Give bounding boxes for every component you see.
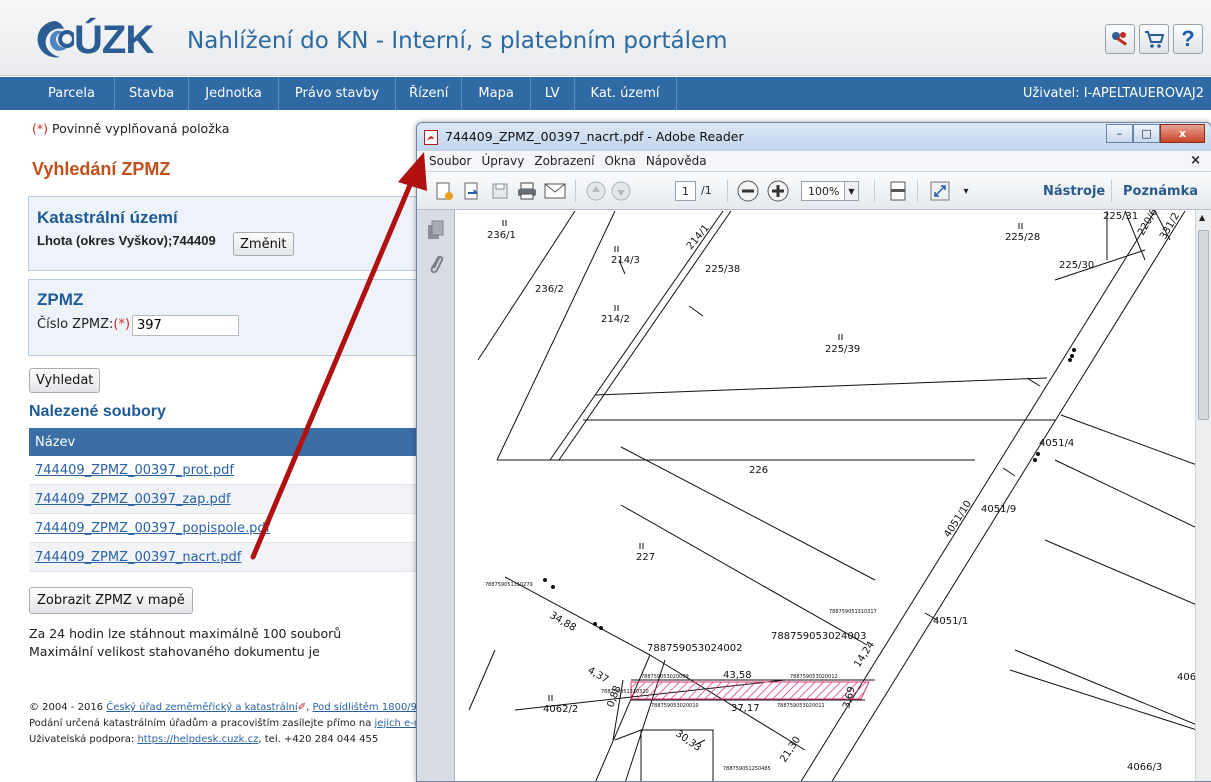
annotation-arrow [250, 152, 427, 560]
